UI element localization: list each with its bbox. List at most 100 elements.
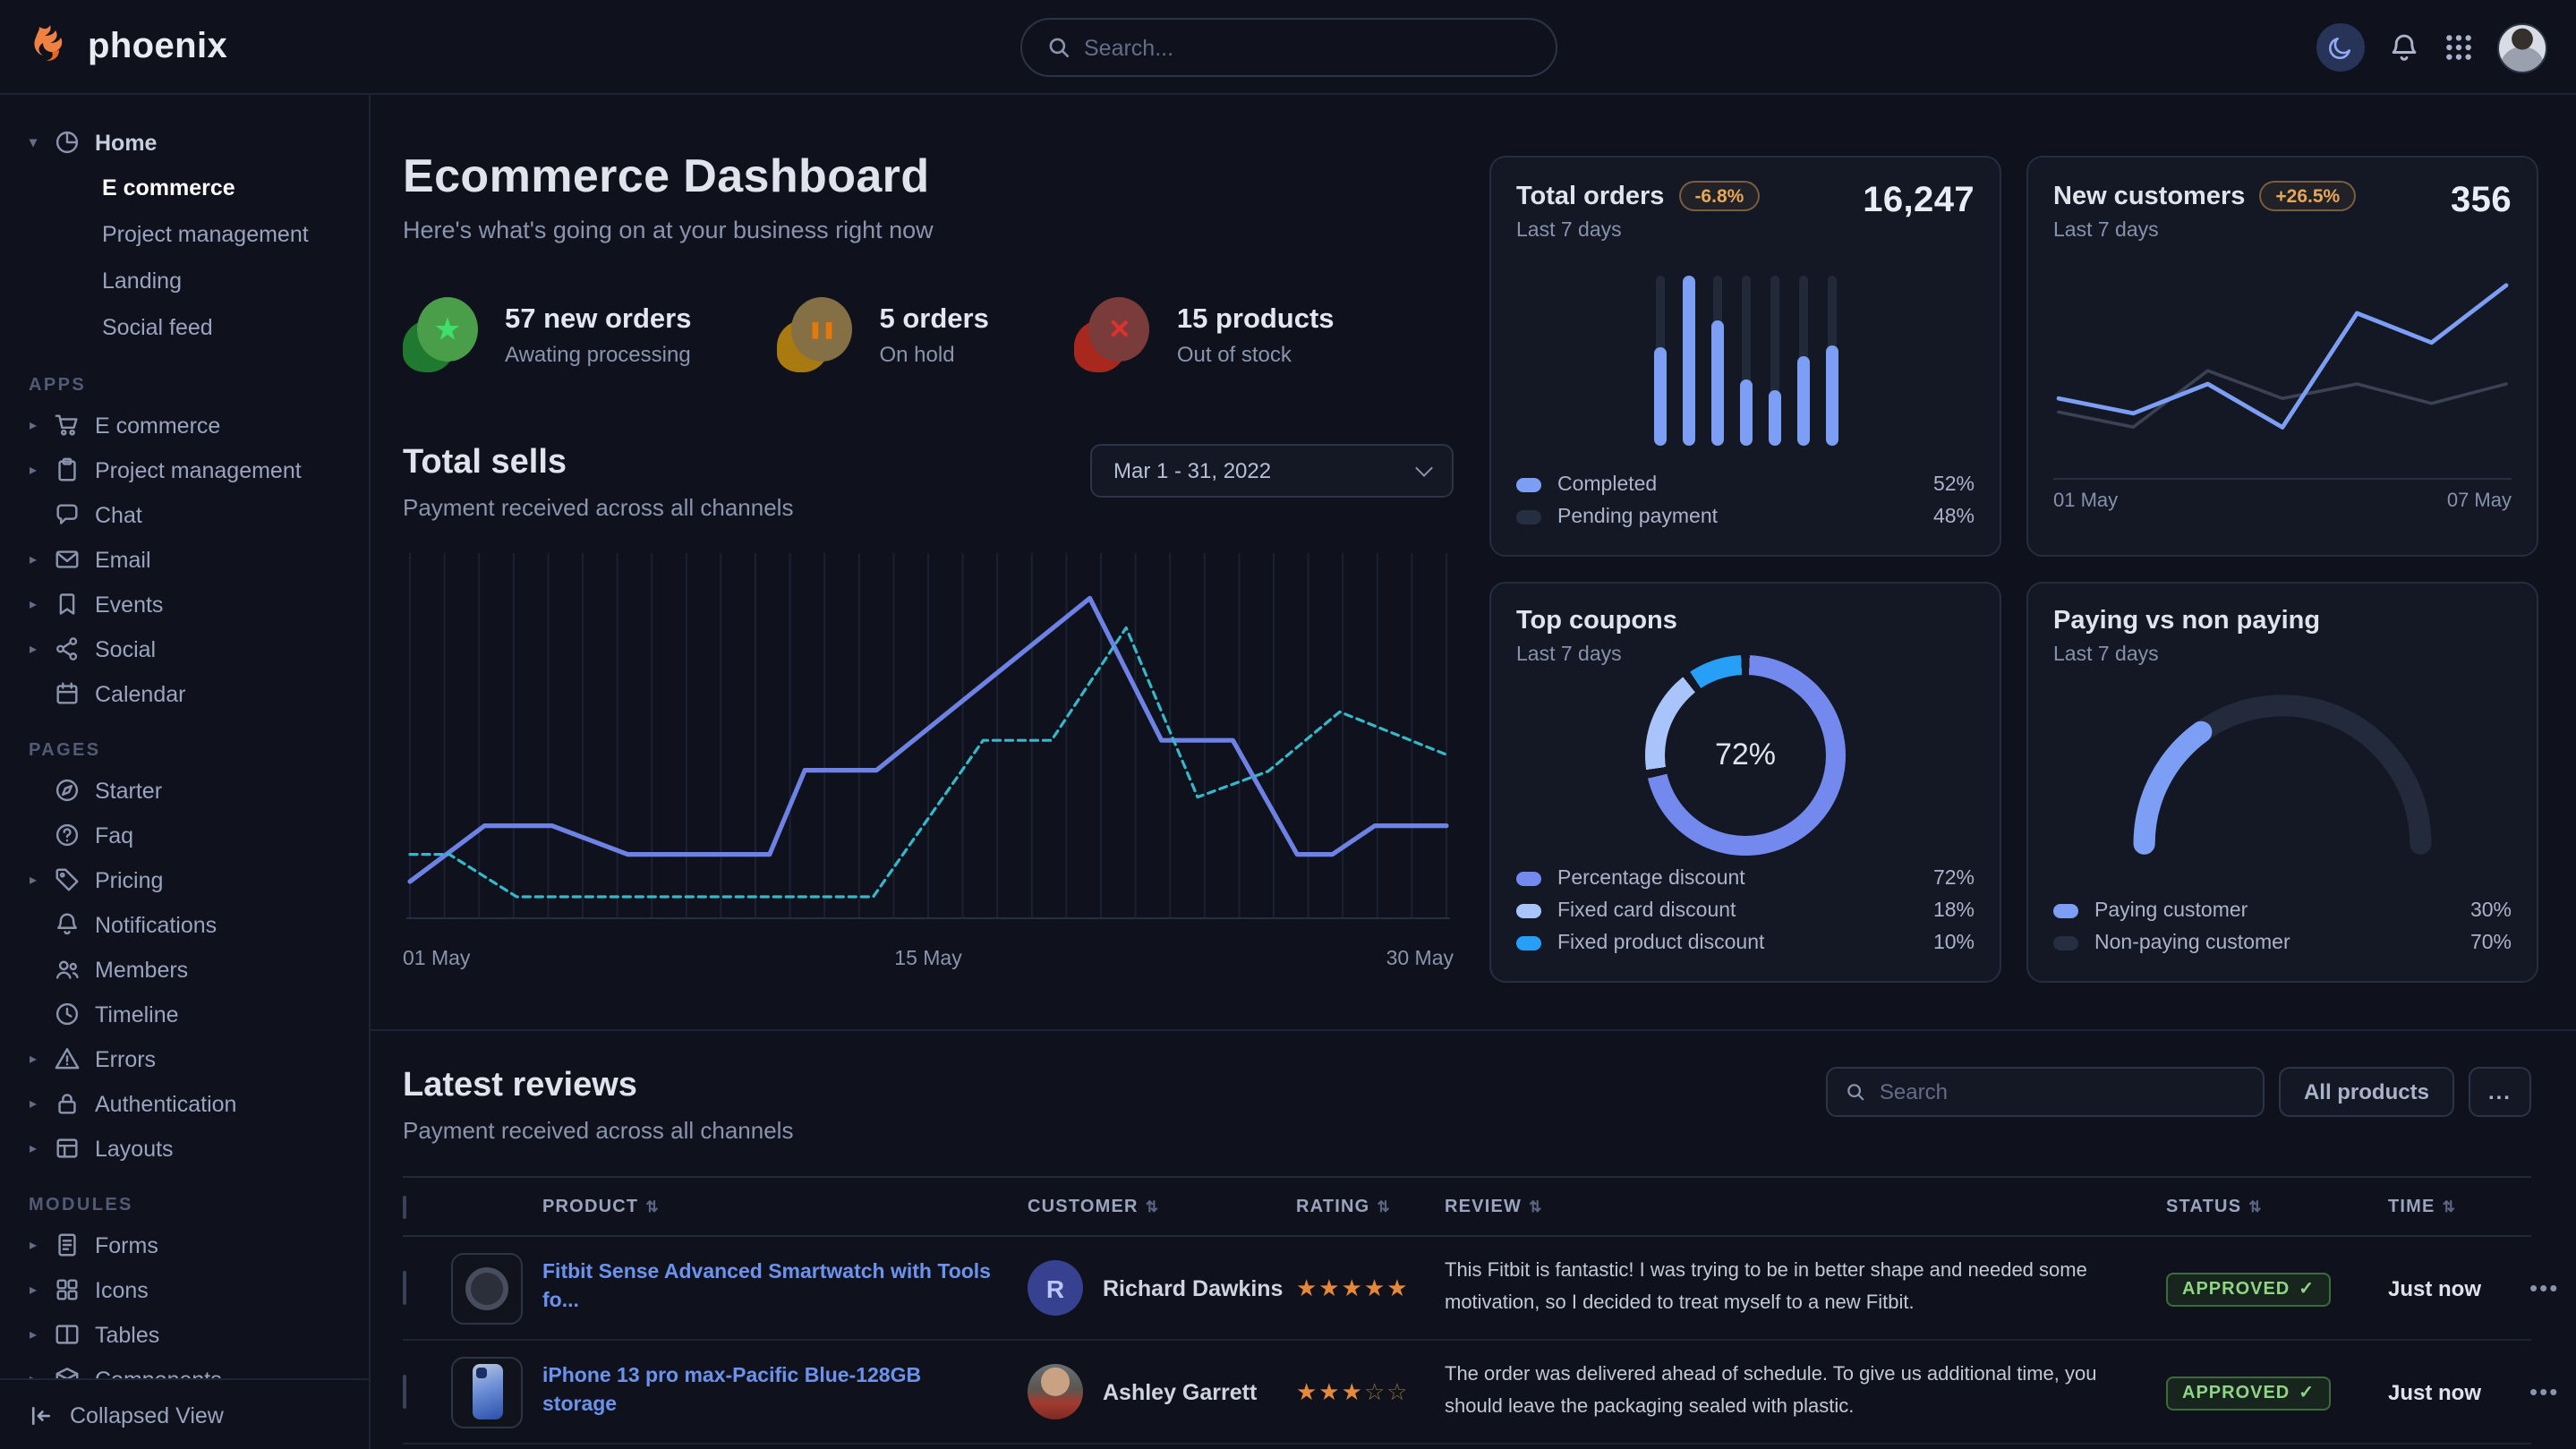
sidebar-item-social[interactable]: ▸Social [18, 626, 354, 671]
sidebar-nav: ▾HomeE commerceProject managementLanding… [0, 95, 369, 1378]
sidebar-item-icons[interactable]: ▸Icons [18, 1267, 354, 1312]
legend-swatch [1516, 510, 1541, 524]
stat-caption: Awating processing [505, 341, 692, 366]
legend-label: Pending payment [1557, 507, 1718, 528]
card-title: New customers [2053, 182, 2245, 210]
card-period: Last 7 days [1516, 220, 1760, 242]
sidebar-item-components[interactable]: ▸Components [18, 1357, 354, 1378]
stat-item: ✕15 productsOut of stock [1075, 297, 1335, 372]
trend-badge: +26.5% [2259, 181, 2356, 211]
caret-right-icon: ▸ [25, 1051, 41, 1067]
bar-track [1684, 276, 1693, 446]
chat-icon [54, 501, 82, 528]
star-icon: ★ [403, 297, 482, 372]
row-checkbox[interactable] [403, 1374, 406, 1408]
product-thumbnail[interactable] [451, 1252, 523, 1324]
total-orders-card: Total orders -6.8% Last 7 days 16,247 Co… [1489, 156, 2001, 557]
sidebar-item-tables[interactable]: ▸Tables [18, 1312, 354, 1357]
x-icon: ✕ [1075, 297, 1154, 372]
status-badge: APPROVED✓ [2166, 1272, 2331, 1306]
question-icon [54, 822, 82, 848]
user-avatar[interactable] [2497, 22, 2547, 72]
caret-right-icon: ▸ [25, 1371, 41, 1378]
global-search-input[interactable] [1084, 35, 1530, 60]
sidebar-item-faq[interactable]: Faq [18, 813, 354, 857]
column-header-customer[interactable]: CUSTOMER⇅ [1028, 1197, 1296, 1216]
stats-row: ★57 new ordersAwating processing❚❚5 orde… [403, 297, 1454, 372]
collapse-view-toggle[interactable]: Collapsed View [0, 1378, 369, 1449]
sidebar-item-errors[interactable]: ▸Errors [18, 1036, 354, 1081]
column-header-status[interactable]: STATUS⇅ [2166, 1197, 2388, 1216]
legend-value: 10% [1933, 933, 1975, 954]
calendar-icon [54, 680, 82, 707]
customers-line-baseline [2059, 371, 2506, 427]
topbar-actions [2316, 0, 2547, 95]
sidebar-item-e-commerce[interactable]: ▸E commerce [18, 403, 354, 447]
sidebar-item-members[interactable]: Members [18, 947, 354, 992]
bar-fill [1796, 355, 1809, 446]
sidebar-item-events[interactable]: ▸Events [18, 582, 354, 626]
caret-right-icon: ▸ [25, 1237, 41, 1253]
sidebar-item-home[interactable]: ▾Home [18, 120, 354, 165]
apps-menu-button[interactable] [2444, 32, 2474, 63]
customer-cell: Ashley Garrett [1028, 1364, 1296, 1419]
card-period: Last 7 days [2053, 220, 2356, 242]
sidebar-item-chat[interactable]: Chat [18, 492, 354, 537]
sidebar-item-layouts[interactable]: ▸Layouts [18, 1126, 354, 1171]
product-link[interactable]: Fitbit Sense Advanced Smartwatch with To… [542, 1260, 1028, 1316]
column-header-time[interactable]: TIME⇅ [2388, 1197, 2529, 1216]
x-tick: 07 May [2447, 490, 2512, 512]
sidebar-subitem-project-management[interactable]: Project management [102, 211, 354, 258]
paying-gauge-chart [2116, 677, 2449, 870]
reviews-search[interactable] [1826, 1067, 2265, 1117]
select-all-checkbox[interactable] [403, 1195, 406, 1218]
reviews-table-header: PRODUCT⇅CUSTOMER⇅RATING⇅REVIEW⇅STATUS⇅TI… [403, 1176, 2531, 1237]
legend-row: Fixed card discount18% [1516, 895, 1975, 927]
bar-fill [1825, 345, 1838, 446]
clipboard-icon [54, 456, 82, 483]
theme-toggle-button[interactable] [2316, 23, 2365, 72]
column-header-review[interactable]: REVIEW⇅ [1445, 1197, 2166, 1216]
reviews-search-input[interactable] [1880, 1079, 2245, 1104]
caret-right-icon: ▸ [25, 551, 41, 567]
customers-line-chart: 01 May 07 May [2053, 268, 2512, 512]
bar-track [1741, 276, 1750, 446]
bar-fill [1768, 389, 1780, 446]
sidebar-subitem-e-commerce[interactable]: E commerce [102, 165, 354, 211]
row-more-button[interactable]: ••• [2529, 1274, 2566, 1301]
product-thumbnail[interactable] [451, 1356, 523, 1428]
stat-item: ❚❚5 ordersOn hold [778, 297, 989, 372]
review-time: Just now [2388, 1275, 2529, 1300]
product-link[interactable]: iPhone 13 pro max-Pacific Blue-128GB sto… [542, 1364, 1028, 1419]
table-icon [54, 1321, 82, 1348]
x-tick: 01 May [2053, 490, 2118, 512]
table-row: iPhone 13 pro max-Pacific Blue-128GB sto… [403, 1341, 2531, 1445]
column-header-rating[interactable]: RATING⇅ [1296, 1197, 1445, 1216]
notifications-button[interactable] [2388, 31, 2420, 64]
sidebar-subitem-landing[interactable]: Landing [102, 258, 354, 304]
column-header-product[interactable]: PRODUCT⇅ [542, 1197, 1028, 1216]
sidebar-item-calendar[interactable]: Calendar [18, 671, 354, 716]
row-more-button[interactable]: ••• [2529, 1378, 2566, 1405]
sidebar-item-pricing[interactable]: ▸Pricing [18, 857, 354, 902]
sidebar-subitem-social-feed[interactable]: Social feed [102, 304, 354, 351]
legend-value: 18% [1933, 900, 1975, 922]
sort-icon: ⇅ [1377, 1197, 1390, 1216]
row-checkbox[interactable] [403, 1270, 406, 1304]
date-range-value: Mar 1 - 31, 2022 [1113, 458, 1271, 483]
date-range-select[interactable]: Mar 1 - 31, 2022 [1090, 444, 1454, 498]
sidebar-item-timeline[interactable]: Timeline [18, 992, 354, 1036]
global-search[interactable] [1019, 18, 1557, 77]
sidebar-item-starter[interactable]: Starter [18, 768, 354, 813]
sidebar-item-forms[interactable]: ▸Forms [18, 1223, 354, 1267]
page-subtitle: Here's what's going on at your business … [403, 217, 1454, 243]
sidebar-item-authentication[interactable]: ▸Authentication [18, 1081, 354, 1126]
sidebar-item-email[interactable]: ▸Email [18, 537, 354, 582]
customer-avatar: R [1028, 1260, 1083, 1316]
reviews-more-button[interactable]: ... [2469, 1067, 2531, 1117]
caret-right-icon: ▸ [25, 1326, 41, 1342]
all-products-button[interactable]: All products [2279, 1067, 2454, 1117]
brand-logo[interactable]: phoenix [0, 21, 227, 72]
sidebar-item-notifications[interactable]: Notifications [18, 902, 354, 947]
sidebar-item-project-management[interactable]: ▸Project management [18, 447, 354, 492]
